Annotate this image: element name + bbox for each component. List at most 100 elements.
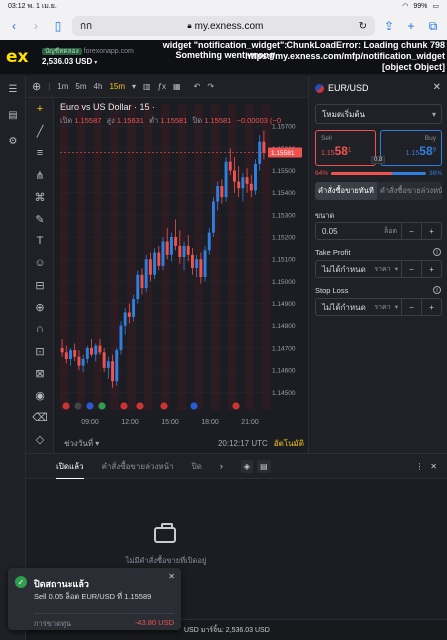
toast-pl: การขาดทุน -43.80 USD — [34, 613, 174, 630]
exness-logo[interactable]: ex — [6, 47, 42, 67]
eye-icon[interactable]: ◉ — [26, 384, 54, 406]
tab-pending[interactable]: คำสั่งซื้อขายล่วงหน้า — [377, 182, 442, 200]
address-bar[interactable]: กก 🔒︎ my.exness.com ↻ — [72, 16, 375, 36]
session-shade — [60, 104, 69, 410]
date-range-button[interactable]: ช่วงวันที่ ▾ — [64, 437, 99, 450]
horizontal-lines-icon[interactable]: ≡ — [26, 142, 54, 164]
spread-badge: 0.8 — [371, 156, 386, 164]
pattern-icon[interactable]: ⌘ — [26, 186, 54, 208]
lock-drawings-icon[interactable]: ⊡ — [26, 340, 54, 362]
candle-body — [207, 232, 211, 251]
chevron-down-icon: ▾ — [94, 59, 98, 66]
stop-loss-field[interactable]: ไม่ได้กำหนด ราคา ▾ − + — [315, 298, 442, 316]
trash-icon[interactable]: ⌫ — [26, 406, 54, 428]
candles-icon[interactable]: ▥ — [143, 82, 151, 91]
take-profit-field[interactable]: ไม่ได้กำหนด ราคา ▾ − + — [315, 260, 442, 278]
book-icon[interactable]: ▯ — [50, 19, 66, 33]
stack-icon[interactable]: ▤ — [257, 459, 271, 473]
price-chart[interactable]: 1.157001.156001.155001.154001.153001.152… — [54, 98, 308, 453]
close-icon[interactable]: ✕ — [433, 82, 441, 93]
lock-icon[interactable]: ⊠ — [26, 362, 54, 384]
share-icon[interactable]: ⇪ — [381, 19, 397, 33]
candle-body — [178, 245, 182, 257]
trendline-icon[interactable]: ╱ — [26, 120, 54, 142]
buy-label: Buy — [424, 135, 436, 142]
chevron-down-icon[interactable]: ▾ — [395, 303, 398, 311]
order-type-tabs: คำสั่งซื้อขายทันที คำสั่งซื้อขายล่วงหน้า — [315, 182, 442, 200]
tabs-icon[interactable]: ⧉ — [425, 19, 441, 34]
new-tab-icon[interactable]: + — [403, 19, 419, 33]
candle-body — [94, 345, 98, 355]
reload-icon[interactable]: ↻ — [359, 21, 367, 32]
account-balance: 2,536.03 USD — [42, 56, 93, 66]
tab-closed[interactable]: ปิด — [192, 460, 202, 473]
candle-body — [262, 141, 266, 153]
ios-date: พ. 1 เม.ย. — [27, 2, 57, 10]
tab-market[interactable]: คำสั่งซื้อขายทันที — [315, 182, 377, 200]
chevron-right-icon[interactable]: › — [220, 461, 223, 471]
tp-label: Take Profit — [315, 248, 351, 257]
more-icon[interactable]: ⋮ ✕ — [416, 462, 437, 471]
zoom-in-icon[interactable]: ⊕ — [26, 296, 54, 318]
sl-minus-button[interactable]: − — [401, 299, 421, 315]
tab-open-positions[interactable]: เปิดแล้ว — [56, 453, 84, 480]
session-shade — [144, 104, 153, 410]
chevron-down-icon[interactable]: ▾ — [395, 265, 398, 273]
redo-icon[interactable]: ↷ — [207, 82, 214, 91]
tp-plus-button[interactable]: + — [421, 261, 441, 277]
y-tick-label: 1.15400 — [272, 190, 296, 197]
layout-icon[interactable]: ▦ — [173, 82, 181, 91]
symbol-header[interactable]: EUR/USD — [315, 83, 369, 93]
buy-price: 1.15589 — [386, 144, 436, 158]
tf-5m[interactable]: 5m — [75, 82, 86, 91]
crosshair-icon[interactable]: + — [26, 98, 54, 120]
brush-icon[interactable]: ✎ — [26, 208, 54, 230]
candle-body — [98, 345, 102, 353]
back-icon[interactable]: ‹ — [6, 19, 22, 33]
order-panel: EUR/USD ✕ โหมดเริ่มต้น ▾ Sell 1.15581 Bu… — [308, 76, 447, 453]
text-icon[interactable]: T — [26, 230, 54, 252]
browser-toolbar: ‹ › ▯ กก 🔒︎ my.exness.com ↻ ⇪ + ⧉ — [0, 12, 447, 40]
auto-scale-toggle[interactable]: อัตโนมัติ — [274, 437, 304, 450]
volume-field[interactable]: 0.05 ล็อต − + — [315, 222, 442, 240]
layers-icon[interactable]: ◈ — [240, 459, 254, 473]
y-tick-label: 1.14800 — [272, 323, 296, 330]
menu-icon[interactable]: ☰ — [0, 76, 26, 102]
chart-canvas[interactable]: 1.157001.156001.155001.154001.153001.152… — [54, 98, 308, 453]
candle-body — [153, 252, 157, 275]
tab-pending-orders[interactable]: คำสั่งซื้อขายล่วงหน้า — [102, 460, 174, 473]
session-shade — [244, 104, 254, 410]
calendar-icon[interactable]: ▤ — [0, 102, 26, 128]
tf-4h[interactable]: 4h — [94, 82, 103, 91]
tf-15m[interactable]: 15m — [109, 82, 125, 91]
chart-clock: 20:12:17 UTC — [217, 438, 268, 448]
undo-icon[interactable]: ↶ — [194, 82, 201, 91]
volume-unit: ล็อต — [383, 227, 397, 235]
buy-button[interactable]: Buy 1.15589 — [380, 130, 442, 166]
volume-minus-button[interactable]: − — [401, 223, 421, 239]
close-icon[interactable]: ✕ — [168, 572, 175, 581]
add-indicator-icon[interactable]: ⊕ — [32, 80, 41, 93]
chevron-down-icon[interactable]: ▾ — [132, 82, 136, 91]
order-mode-select[interactable]: โหมดเริ่มต้น ▾ — [315, 104, 442, 124]
collapse-icon[interactable]: ◇ — [26, 428, 54, 450]
indicators-icon[interactable]: ƒx — [158, 82, 166, 91]
pitchfork-icon[interactable]: ⋔ — [26, 164, 54, 186]
magnet-icon[interactable]: ∩ — [26, 318, 54, 340]
tf-1m[interactable]: 1m — [57, 82, 68, 91]
ruler-icon[interactable]: ⊟ — [26, 274, 54, 296]
positions-tabs: เปิดแล้ว คำสั่งซื้อขายล่วงหน้า ปิด › ◈ ▤ … — [26, 453, 447, 480]
emoji-icon[interactable]: ☺ — [26, 252, 54, 274]
info-icon[interactable]: i — [433, 286, 441, 294]
account-info[interactable]: บัญชีทดลอง forexonapp.com 2,536.03 USD ▾ — [42, 47, 134, 68]
order-mode-value: โหมดเริ่มต้น — [322, 109, 366, 119]
reader-label: กก — [80, 20, 93, 32]
settings-icon[interactable]: ⚙ — [0, 128, 26, 154]
volume-plus-button[interactable]: + — [421, 223, 441, 239]
tp-minus-button[interactable]: − — [401, 261, 421, 277]
forward-icon[interactable]: › — [28, 19, 44, 33]
sl-plus-button[interactable]: + — [421, 299, 441, 315]
x-tick-label: 15:00 — [161, 419, 179, 426]
info-icon[interactable]: i — [433, 248, 441, 256]
sell-button[interactable]: Sell 1.15581 — [315, 130, 376, 166]
